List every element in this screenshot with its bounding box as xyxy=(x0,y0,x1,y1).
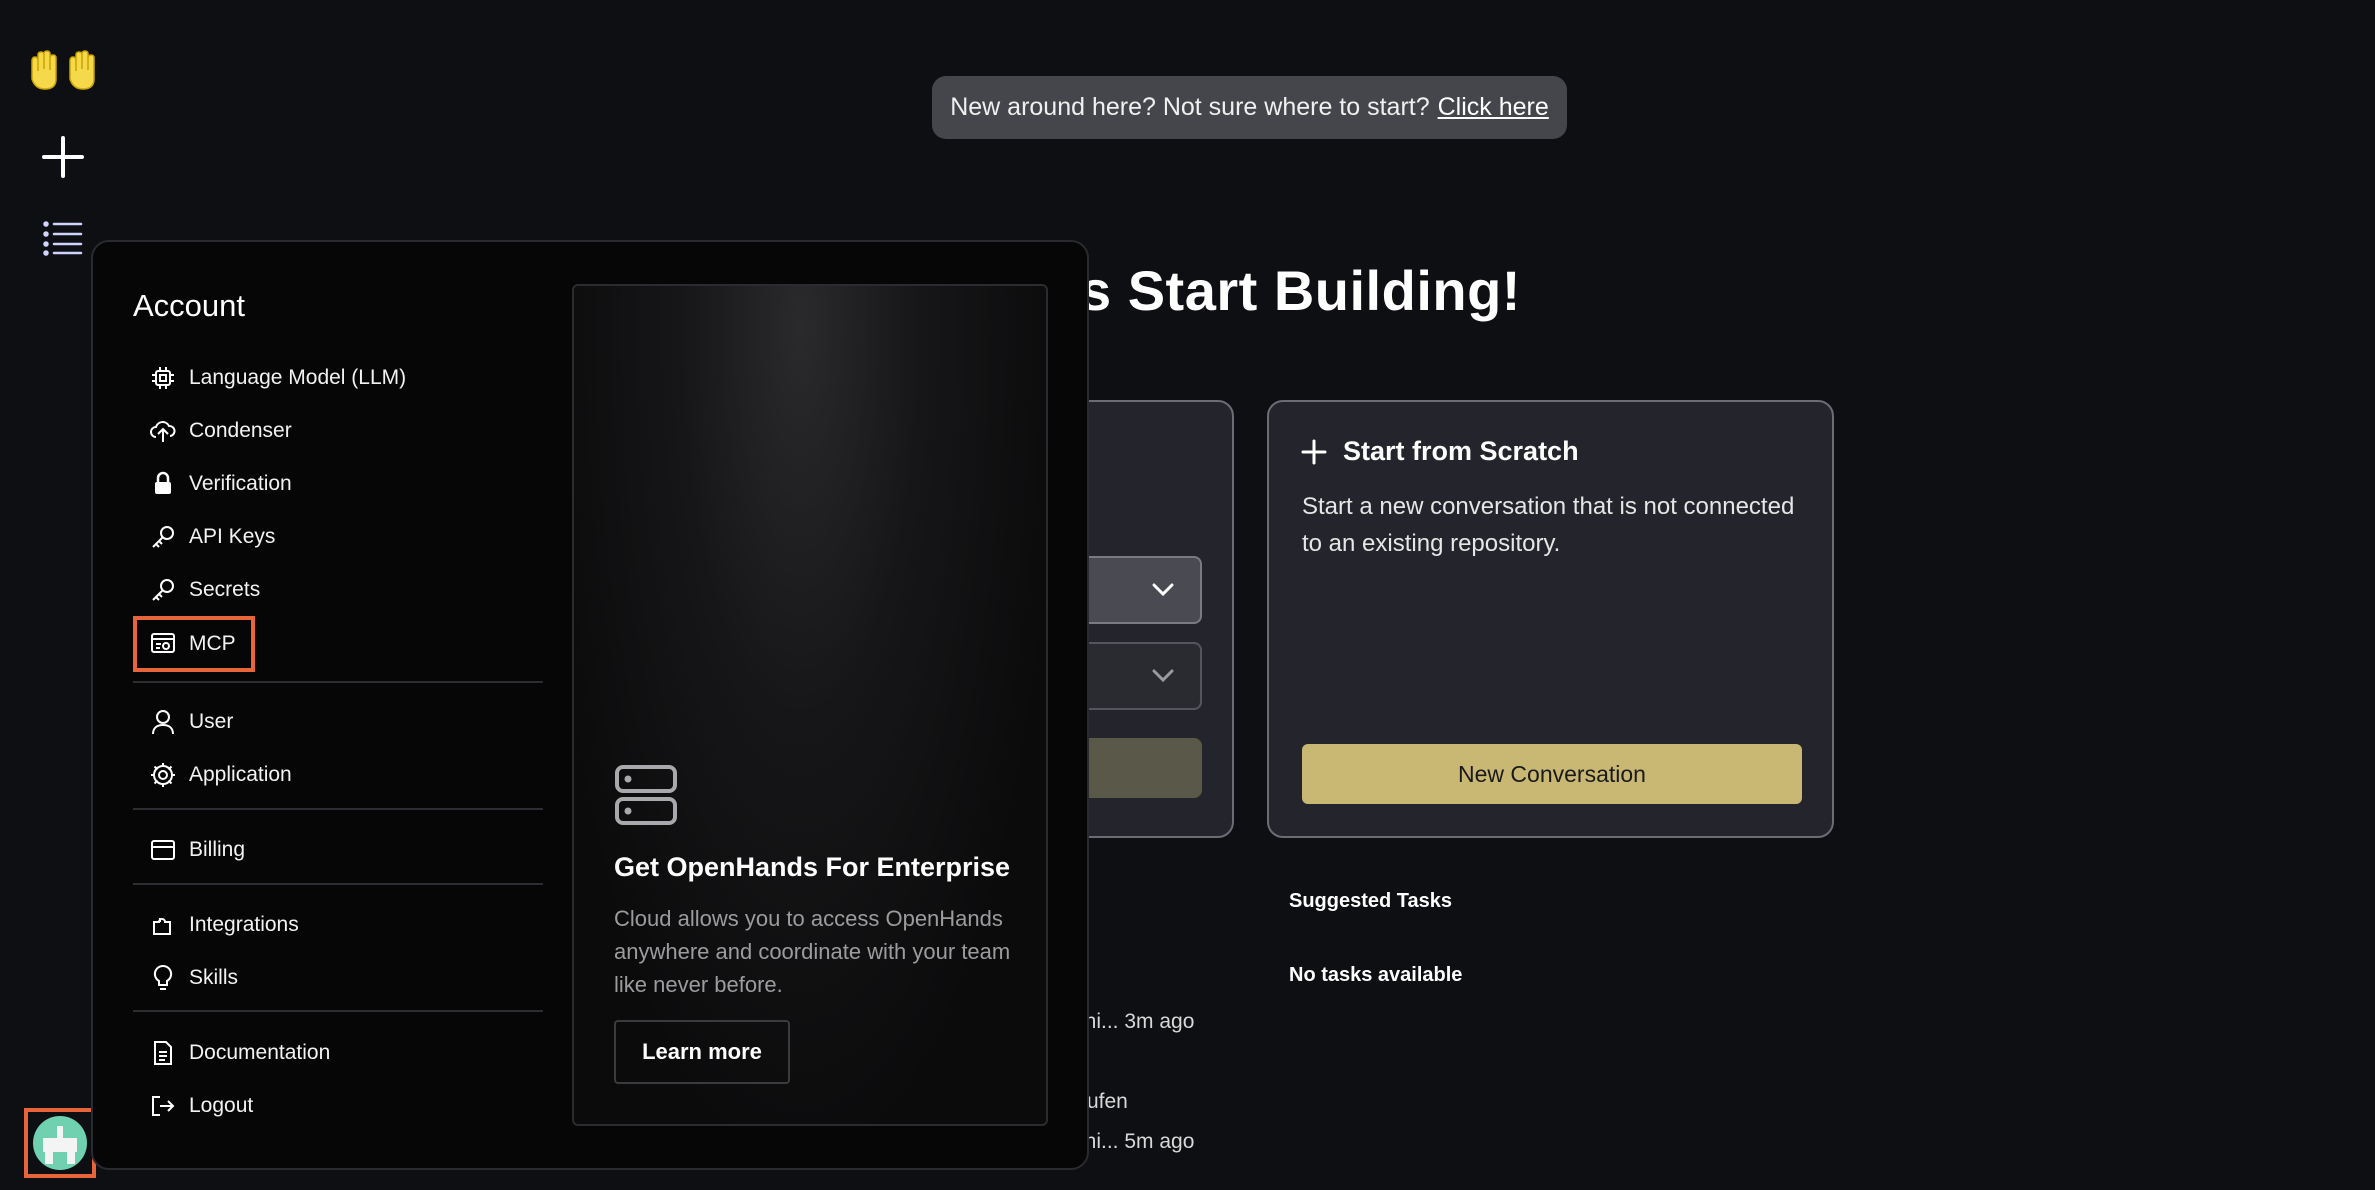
menu-item-language-model[interactable]: Language Model (LLM) xyxy=(133,356,553,400)
lightbulb-icon xyxy=(147,962,179,994)
key-icon xyxy=(147,521,179,553)
menu-item-integrations[interactable]: Integrations xyxy=(133,903,553,947)
learn-more-button[interactable]: Learn more xyxy=(614,1020,790,1084)
chevron-down-icon xyxy=(1152,669,1174,683)
page-title: s Start Building! xyxy=(1080,259,1521,322)
menu-item-billing[interactable]: Billing xyxy=(133,828,553,872)
onboarding-banner: New around here? Not sure where to start… xyxy=(932,76,1567,139)
menu-item-label: API Keys xyxy=(189,525,276,548)
banner-click-here-link[interactable]: Click here xyxy=(1438,93,1549,122)
document-icon xyxy=(147,1037,179,1069)
logout-icon xyxy=(147,1090,179,1122)
menu-item-mcp[interactable]: MCP xyxy=(133,616,255,672)
menu-divider xyxy=(133,1010,543,1012)
menu-item-application[interactable]: Application xyxy=(133,753,553,797)
menu-item-api-keys[interactable]: API Keys xyxy=(133,515,553,559)
conversation-list-icon[interactable] xyxy=(40,216,86,260)
banner-text: New around here? Not sure where to start… xyxy=(950,93,1430,121)
chip-icon xyxy=(147,362,179,394)
puzzle-icon xyxy=(147,909,179,941)
credit-card-icon xyxy=(147,834,179,866)
account-menu-title: Account xyxy=(133,288,246,323)
menu-item-label: Condenser xyxy=(189,419,292,442)
menu-item-verification[interactable]: Verification xyxy=(133,462,553,506)
promo-description: Cloud allows you to access OpenHands any… xyxy=(614,906,1011,997)
no-tasks-text: No tasks available xyxy=(1289,964,1463,986)
gear-icon xyxy=(147,759,179,791)
server-settings-icon xyxy=(147,628,179,660)
conversation-meta[interactable]: ini... 3m ago xyxy=(1080,1010,1194,1034)
menu-item-documentation[interactable]: Documentation xyxy=(133,1031,553,1075)
menu-item-label: Skills xyxy=(189,966,239,989)
card-description: Start a new conversation that is not con… xyxy=(1302,493,1795,557)
menu-item-logout[interactable]: Logout xyxy=(133,1084,553,1128)
raised-hands-logo-icon[interactable] xyxy=(24,48,104,92)
key-icon xyxy=(147,574,179,606)
menu-item-label: Integrations xyxy=(189,913,299,936)
menu-item-label: Application xyxy=(189,763,292,786)
conversation-meta[interactable]: ini... 5m ago xyxy=(1080,1130,1194,1154)
menu-item-label: Verification xyxy=(189,472,292,495)
suggested-tasks-heading: Suggested Tasks xyxy=(1289,890,1453,912)
menu-divider xyxy=(133,808,543,810)
menu-item-label: Logout xyxy=(189,1094,254,1117)
start-from-scratch-title: Start from Scratch xyxy=(1343,436,1579,466)
server-icon xyxy=(614,764,678,831)
menu-item-secrets[interactable]: Secrets xyxy=(133,568,553,612)
account-menu: Account Language Model (LLM) Condenser V… xyxy=(91,240,1089,1170)
menu-divider xyxy=(133,883,543,885)
enterprise-promo-card: Get OpenHands For Enterprise Cloud allow… xyxy=(572,284,1048,1126)
card-title: Start from Scratch xyxy=(1301,436,1579,467)
start-from-scratch-card: Start from Scratch Start a new conversat… xyxy=(1267,400,1834,838)
chevron-down-icon xyxy=(1152,583,1174,597)
cloud-upload-icon xyxy=(147,415,179,447)
new-conversation-button[interactable]: New Conversation xyxy=(1302,744,1802,804)
menu-item-label: Secrets xyxy=(189,578,261,601)
menu-divider xyxy=(133,681,543,683)
menu-item-label: User xyxy=(189,710,234,733)
plus-icon xyxy=(1301,439,1327,464)
new-conversation-plus-icon[interactable] xyxy=(38,132,88,182)
menu-item-label: MCP xyxy=(189,632,236,655)
menu-item-condenser[interactable]: Condenser xyxy=(133,409,553,453)
lock-icon xyxy=(147,468,179,500)
promo-title: Get OpenHands For Enterprise xyxy=(614,852,1011,882)
menu-item-label: Language Model (LLM) xyxy=(189,366,407,389)
avatar xyxy=(33,1116,87,1170)
menu-item-label: Billing xyxy=(189,838,246,861)
menu-item-skills[interactable]: Skills xyxy=(133,956,553,1000)
user-icon xyxy=(147,706,179,738)
menu-item-user[interactable]: User xyxy=(133,700,553,744)
user-avatar-button[interactable] xyxy=(24,1108,96,1178)
menu-item-label: Documentation xyxy=(189,1041,331,1064)
sidebar xyxy=(0,0,96,1190)
